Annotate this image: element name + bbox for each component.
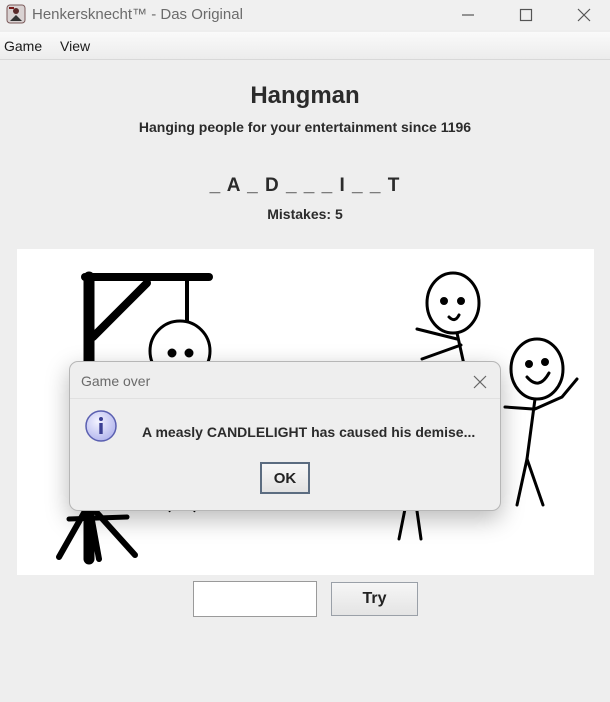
dialog-divider: [70, 398, 500, 399]
menu-view[interactable]: View: [60, 38, 90, 54]
dialog-message: A measly CANDLELIGHT has caused his demi…: [142, 424, 476, 440]
game-over-dialog: Game over A measly CANDLELIGHT has cause…: [69, 361, 501, 511]
menu-game[interactable]: Game: [4, 38, 42, 54]
try-button[interactable]: Try: [331, 582, 418, 616]
window-title: Henkersknecht™ - Das Original: [32, 6, 243, 23]
mistakes-counter: Mistakes: 5: [267, 206, 343, 222]
minimize-icon: [462, 14, 474, 16]
guess-input[interactable]: [193, 581, 317, 617]
menu-bar: Game View: [0, 32, 610, 60]
dialog-close-button[interactable]: [469, 371, 491, 393]
dialog-title: Game over: [81, 373, 151, 389]
page-subtitle: Hanging people for your entertainment si…: [138, 119, 472, 135]
close-icon: [473, 375, 487, 389]
ok-button[interactable]: OK: [260, 462, 310, 494]
close-icon: [577, 8, 591, 22]
window-close-button[interactable]: [561, 0, 607, 30]
window-titlebar: Henkersknecht™ - Das Original: [0, 0, 610, 30]
page-title: Hangman: [250, 82, 360, 109]
maximize-button[interactable]: [503, 0, 549, 30]
maximize-icon: [519, 8, 533, 22]
word-display: _ A _ D _ _ _ I _ _ T: [209, 175, 401, 196]
minimize-button[interactable]: [445, 0, 491, 30]
spectator-figure-right: [503, 337, 579, 507]
info-icon: [85, 410, 117, 442]
hangman-app-icon: [6, 4, 26, 24]
